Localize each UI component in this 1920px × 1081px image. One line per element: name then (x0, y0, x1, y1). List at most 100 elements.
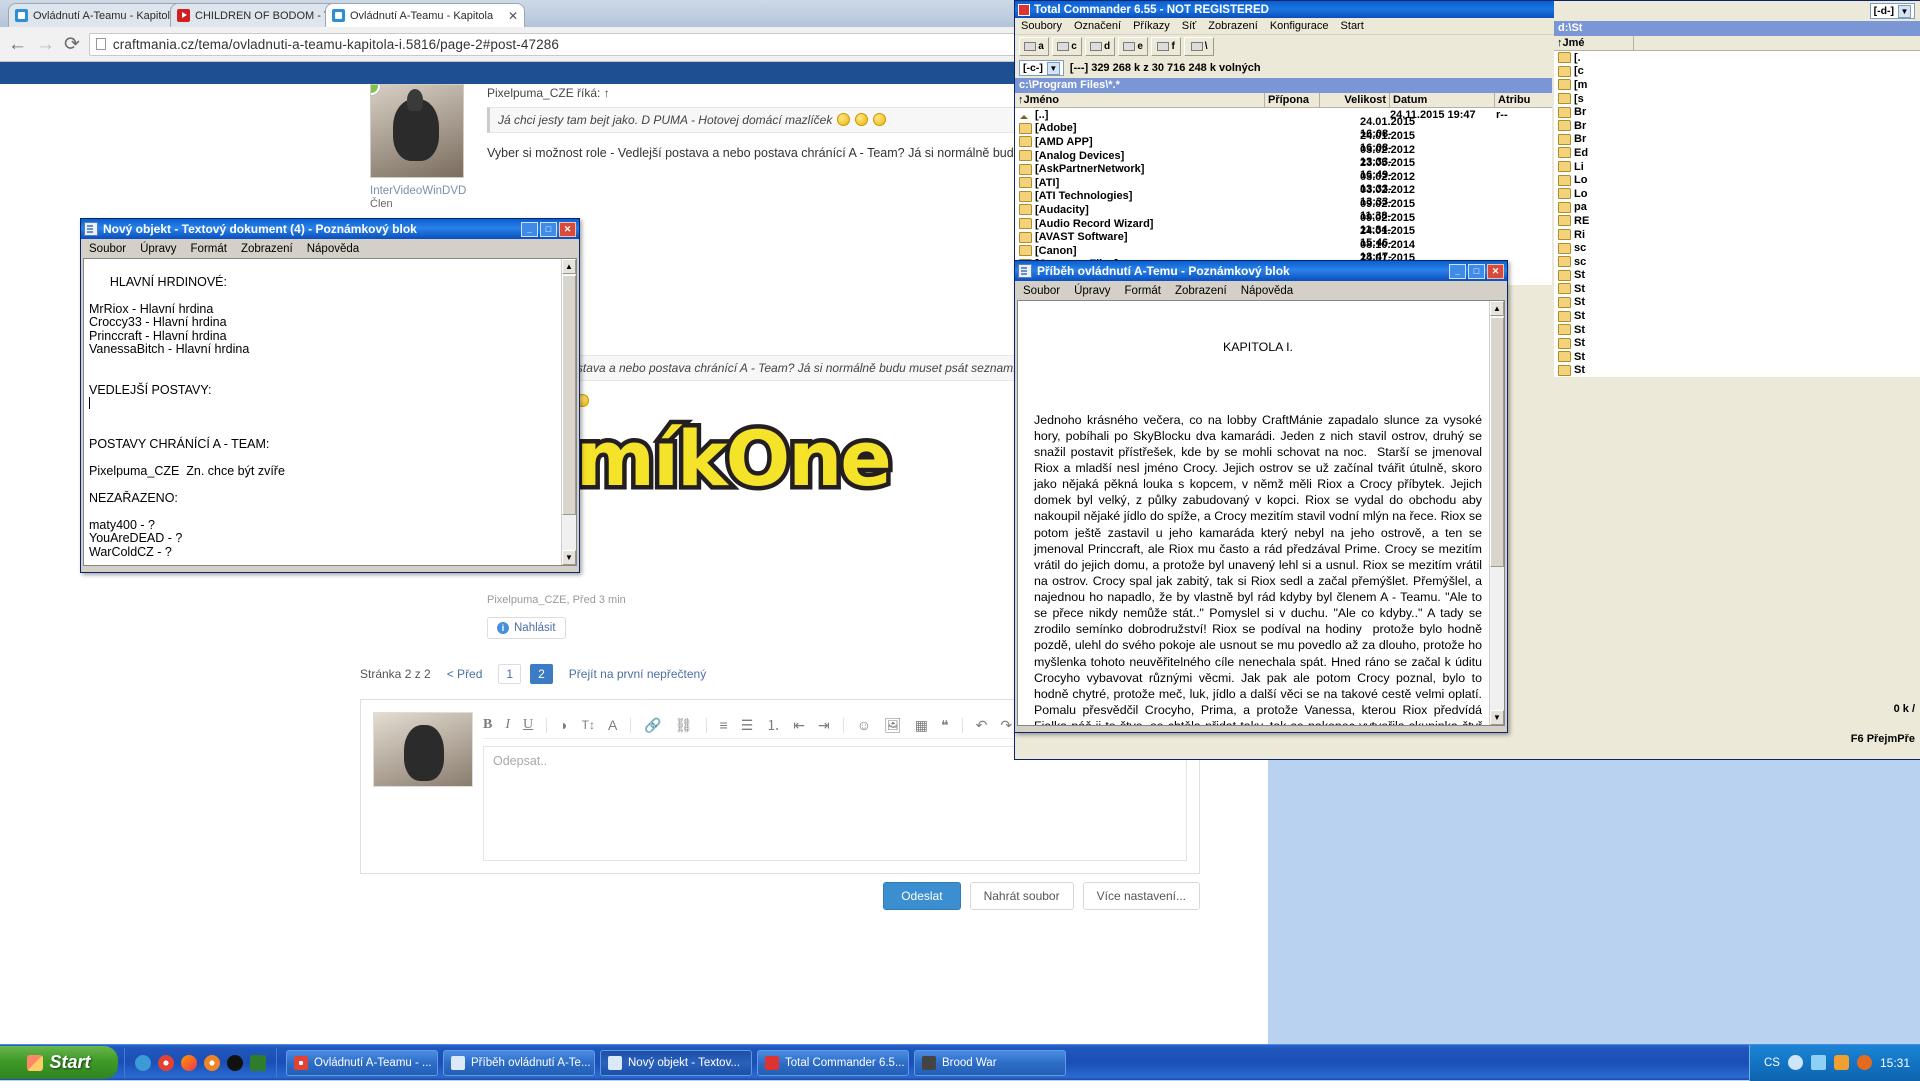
tc-function-keys[interactable]: F6 PřejmPře (1851, 733, 1915, 745)
table-row[interactable]: [Audacity] 09.02.2015 11:38- (1015, 198, 1552, 222)
chrome2-icon[interactable] (204, 1054, 220, 1071)
story-menu-upravy[interactable]: Úpravy (1074, 285, 1110, 297)
firefox-icon[interactable] (181, 1054, 197, 1071)
list-scrollbar[interactable]: ▲ ▼ (561, 259, 576, 565)
avast-icon[interactable] (1856, 1055, 1872, 1070)
table-row[interactable]: [AMD APP] 24.01.2015 16:08- (1015, 130, 1552, 154)
story-menu-napoveda[interactable]: Nápověda (1241, 285, 1293, 297)
right-col-name[interactable]: ↑Jmé (1554, 36, 1634, 50)
list-menu-format[interactable]: Formát (191, 243, 227, 255)
bold-icon[interactable]: B (483, 717, 492, 733)
table-row[interactable]: St (1554, 296, 1920, 310)
drive-button-d[interactable]: d (1085, 37, 1116, 56)
table-row[interactable]: St (1554, 336, 1920, 350)
table-row[interactable]: Br (1554, 105, 1920, 119)
table-row[interactable]: St (1554, 323, 1920, 337)
col-ext[interactable]: Přípona (1265, 93, 1320, 107)
network-icon[interactable] (1810, 1055, 1826, 1070)
table-row[interactable]: St (1554, 364, 1920, 378)
list-maximize-button[interactable]: □ (540, 221, 557, 237)
drive-button-c[interactable]: c (1052, 37, 1082, 56)
list-menu-zobrazeni[interactable]: Zobrazení (241, 243, 293, 255)
list-menu-napoveda[interactable]: Nápověda (307, 243, 359, 255)
align-left-icon[interactable]: ≡ (720, 717, 728, 733)
table-row[interactable]: sc (1554, 255, 1920, 269)
page-1-link[interactable]: 1 (498, 664, 522, 684)
table-row[interactable]: [Audio Record Wizard] 09.02.2015 11:34- (1015, 212, 1552, 236)
table-row[interactable]: pa (1554, 201, 1920, 215)
tc-menu-konfigurace[interactable]: Konfigurace (1270, 20, 1329, 32)
unordered-list-icon[interactable]: ☰ (741, 717, 754, 734)
table-row[interactable]: [ATI Technologies] 03.02.2012 13:33- (1015, 184, 1552, 208)
list-close-button[interactable]: ✕ (559, 221, 576, 237)
chevron-down-icon[interactable]: ▼ (1898, 4, 1911, 18)
table-row[interactable]: Lo (1554, 173, 1920, 187)
smiley-picker-icon[interactable]: ☺ (857, 717, 871, 733)
insert-table-icon[interactable]: ▦ (915, 717, 928, 734)
language-indicator[interactable]: CS (1764, 1057, 1780, 1069)
story-menu-zobrazeni[interactable]: Zobrazení (1175, 285, 1227, 297)
chrome-icon[interactable] (158, 1054, 174, 1071)
story-close-button[interactable]: ✕ (1487, 263, 1504, 279)
drive-button-f[interactable]: f (1151, 37, 1182, 56)
taskbar-button[interactable]: Brood War (914, 1049, 1066, 1076)
drive-button-network[interactable]: \ (1184, 37, 1215, 56)
list-minimize-button[interactable]: _ (521, 221, 538, 237)
scroll-down-arrow-icon[interactable]: ▼ (562, 550, 576, 565)
minecraft-icon[interactable] (250, 1054, 266, 1071)
table-row[interactable]: St (1554, 269, 1920, 283)
more-options-button[interactable]: Více nastavení... (1082, 882, 1200, 910)
table-row[interactable]: Lo (1554, 187, 1920, 201)
scroll-up-arrow-icon[interactable]: ▲ (562, 259, 576, 274)
ie-icon[interactable] (135, 1054, 151, 1071)
insert-image-icon[interactable]: 🖼 (884, 717, 902, 734)
table-row[interactable]: [AskPartnerNetwork] 23.05.2015 16:49- (1015, 157, 1552, 181)
list-text-area[interactable]: HLAVNÍ HRDINOVÉ: MrRiox - Hlavní hrdina … (83, 258, 577, 566)
table-row[interactable]: RE (1554, 214, 1920, 228)
browser-tab-3[interactable]: Ovládnutí A-Teamu - Kapitola ✕ (325, 3, 525, 27)
volume-icon[interactable] (1787, 1055, 1803, 1070)
upload-file-button[interactable]: Nahrát soubor (969, 882, 1074, 910)
report-button-2[interactable]: i Nahlásit (487, 617, 566, 639)
list-menu-soubor[interactable]: Soubor (89, 243, 126, 255)
scroll-thumb[interactable] (562, 275, 576, 515)
prev-page-link[interactable]: < Před (440, 665, 490, 683)
story-maximize-button[interactable]: □ (1468, 263, 1485, 279)
indent-icon[interactable]: ⇥ (818, 717, 830, 734)
start-button[interactable]: Start (0, 1046, 118, 1079)
table-row[interactable]: [. (1554, 51, 1920, 65)
author-username[interactable]: InterVideoWinDVD (370, 184, 466, 198)
opera-icon[interactable] (227, 1054, 243, 1071)
table-row[interactable]: Li (1554, 160, 1920, 174)
drive-button-e[interactable]: e (1118, 37, 1149, 56)
tc-menu-prikazy[interactable]: Příkazy (1133, 20, 1170, 32)
table-row[interactable]: [Analog Devices] 03.02.2012 13:33- (1015, 144, 1552, 168)
table-row[interactable]: sc (1554, 241, 1920, 255)
submit-reply-button[interactable]: Odeslat (883, 882, 961, 910)
taskbar-button[interactable]: Total Commander 6.5... (757, 1049, 909, 1076)
list-menu-upravy[interactable]: Úpravy (140, 243, 176, 255)
taskbar-button[interactable]: Ovládnutí A-Teamu - ... (286, 1049, 438, 1076)
table-row[interactable]: Br (1554, 119, 1920, 133)
table-row[interactable]: St (1554, 309, 1920, 323)
tc-menu-soubory[interactable]: Soubory (1021, 20, 1062, 32)
table-row[interactable]: [c (1554, 65, 1920, 79)
page-2-link[interactable]: 2 (530, 664, 553, 684)
scroll-up-arrow-icon[interactable]: ▲ (1490, 301, 1504, 316)
table-row[interactable]: [Adobe] 24.01.2015 16:08- (1015, 116, 1552, 140)
font-size-icon[interactable]: T↕ (582, 718, 595, 732)
unlink-icon[interactable]: ⛓ (675, 717, 693, 734)
table-row[interactable]: Ri (1554, 228, 1920, 242)
table-row[interactable]: Br (1554, 133, 1920, 147)
avatar[interactable] (370, 84, 464, 178)
tc-file-list[interactable]: [..] 24.11.2015 19:47 r-- [Adobe] 24.01.2015… (1015, 108, 1552, 290)
col-date[interactable]: Datum (1390, 93, 1495, 107)
table-row[interactable]: [Canon] 08.10.2014 18:47- (1015, 239, 1552, 263)
forward-button[interactable]: → (36, 35, 55, 54)
col-attr[interactable]: Atribu (1495, 93, 1551, 107)
redo-icon[interactable]: ↷ (1000, 717, 1012, 734)
story-scrollbar[interactable]: ▲ ▼ (1489, 301, 1504, 725)
list-titlebar[interactable]: Nový objekt - Textový dokument (4) - Poz… (81, 219, 579, 239)
table-row[interactable]: [m (1554, 78, 1920, 92)
table-row[interactable]: [s (1554, 92, 1920, 106)
